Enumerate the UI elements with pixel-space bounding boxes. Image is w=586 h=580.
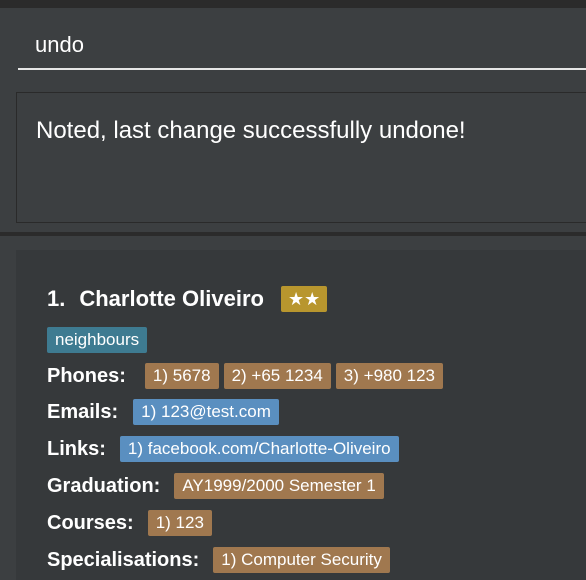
courses-row: Courses: 1) 123	[47, 510, 217, 536]
phone-chip: 3) +980 123	[335, 363, 444, 389]
result-message: Noted, last change successfully undone!	[36, 117, 466, 144]
emails-label: Emails:	[47, 400, 119, 423]
phones-label: Phones:	[47, 364, 126, 387]
person-name: Charlotte Oliveiro	[79, 286, 264, 311]
emails-row: Emails: 1) 123@test.com	[47, 399, 284, 425]
graduation-row: Graduation: AY1999/2000 Semester 1	[47, 473, 389, 499]
result-display-container: Noted, last change successfully undone!	[0, 82, 586, 232]
result-display: Noted, last change successfully undone!	[16, 92, 586, 223]
command-box	[0, 8, 586, 78]
tags-row: neighbours	[47, 327, 152, 353]
graduation-label: Graduation:	[47, 474, 161, 497]
person-card[interactable]: 1. Charlotte Oliveiro ★★ neighbours Phon…	[16, 250, 586, 580]
link-chip: 1) facebook.com/Charlotte-Oliveiro	[119, 436, 399, 462]
command-input[interactable]	[18, 22, 586, 70]
course-chip: 1) 123	[147, 510, 212, 536]
courses-label: Courses:	[47, 511, 134, 534]
specialisations-label: Specialisations:	[47, 548, 200, 571]
links-label: Links:	[47, 437, 106, 460]
person-list-panel: 1. Charlotte Oliveiro ★★ neighbours Phon…	[0, 236, 586, 580]
specialisations-row: Specialisations: 1) Computer Security	[47, 547, 395, 573]
links-row: Links: 1) facebook.com/Charlotte-Oliveir…	[47, 436, 404, 462]
person-index: 1.	[47, 286, 66, 311]
phone-chip: 1) 5678	[144, 363, 219, 389]
specialisation-chip: 1) Computer Security	[213, 547, 390, 573]
star-rating-badge: ★★	[280, 286, 328, 312]
email-chip: 1) 123@test.com	[133, 399, 279, 425]
graduation-chip: AY1999/2000 Semester 1	[174, 473, 384, 499]
person-header: 1. Charlotte Oliveiro ★★	[47, 284, 328, 314]
phones-row: Phones: 1) 5678 2) +65 1234 3) +980 123	[47, 363, 448, 389]
window-top-strip	[0, 0, 586, 8]
tag-chip: neighbours	[47, 327, 148, 353]
phone-chip: 2) +65 1234	[223, 363, 331, 389]
